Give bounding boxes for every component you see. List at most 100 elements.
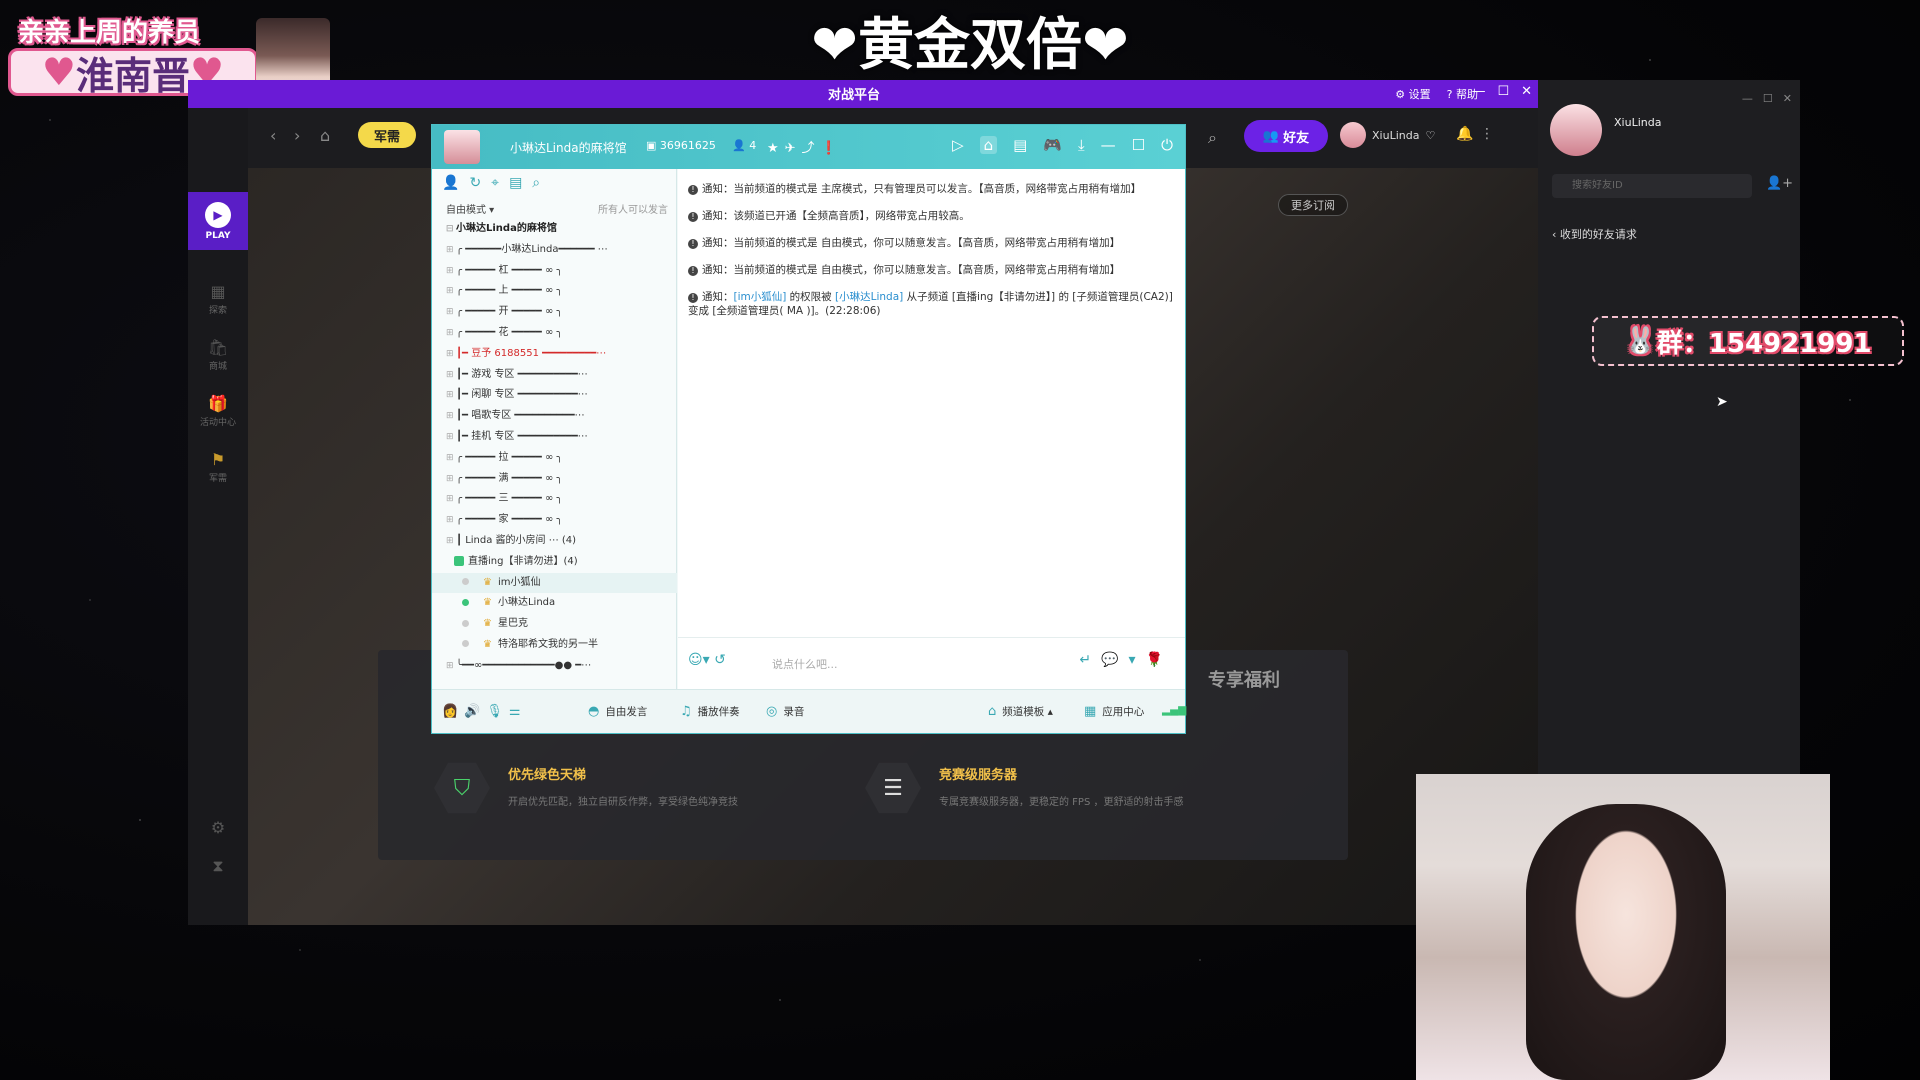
maximize-icon[interactable]: ☐ xyxy=(1497,84,1509,99)
channel-row[interactable]: ⊞ ┃━ 挂机 专区 ━━━━━━━━━━⋯ xyxy=(432,427,677,448)
rabbit-icon: 🐰 xyxy=(1624,326,1657,356)
expand-icon[interactable]: ⊞ xyxy=(446,365,456,386)
user-icon[interactable]: 👤 xyxy=(442,175,459,191)
expand-icon[interactable]: ⊞ xyxy=(446,344,456,365)
close-icon[interactable]: ✕ xyxy=(1521,84,1532,99)
crown-icon: ♛ xyxy=(483,638,492,650)
expand-icon[interactable]: ⊞ xyxy=(446,261,456,282)
channel-row[interactable]: ⊞ ╭ ━━━━━ 满 ━━━━━ ∞ ╮ xyxy=(432,469,677,490)
maximize-icon[interactable]: ☐ xyxy=(1132,136,1145,154)
expand-icon[interactable]: ⊞ xyxy=(446,385,456,406)
channel-row[interactable]: ⊞ ╭ ━━━━━ 三 ━━━━━ ∞ ╮ xyxy=(432,489,677,510)
location-icon[interactable]: ⌖ xyxy=(491,175,499,191)
power-icon[interactable]: ⏻ xyxy=(1161,136,1173,154)
app-center-button[interactable]: ▦ 应用中心 xyxy=(1084,704,1144,719)
sidebar-item-events[interactable]: 🎁 活动中心 xyxy=(188,394,248,428)
mode-select[interactable]: 自由模式 ▾ xyxy=(446,201,494,216)
user-link[interactable]: [im小狐仙] xyxy=(734,291,787,303)
self-avatar[interactable]: 👩 🔊 🎙 ⚌ xyxy=(442,704,527,719)
emoji-icon[interactable]: ☺▾ ↺ xyxy=(688,652,726,668)
expand-icon[interactable]: ⊞ xyxy=(446,510,456,531)
expand-icon[interactable]: ⊟ xyxy=(446,219,456,240)
collapse-button[interactable]: ⧗ xyxy=(188,856,248,878)
play-button[interactable]: ▶ PLAY xyxy=(188,192,248,250)
room-name: 小琳达Linda的麻将馆 xyxy=(510,141,627,155)
channel-row[interactable]: ⊞ ╭ ━━━━━ 开 ━━━━━ ∞ ╮ xyxy=(432,302,677,323)
expand-icon[interactable]: ⊞ xyxy=(446,427,456,448)
video-icon[interactable]: ▷ xyxy=(952,136,964,154)
channel-row[interactable]: ⊞ ╰━━∞━━━━━━━━━━━━●● ━⋯ xyxy=(432,656,677,677)
user-link[interactable]: [小琳达Linda] xyxy=(835,291,903,303)
subchannel-row[interactable]: 直播ing【非请勿进】(4) xyxy=(432,552,677,573)
expand-icon[interactable]: ⊞ xyxy=(446,656,456,677)
user-name: 特洛耶希文我的另一半 xyxy=(497,638,598,650)
home-icon[interactable]: ⌂ xyxy=(979,136,998,154)
sidebar-item-shop[interactable]: 🛍 商城 xyxy=(188,338,248,372)
forward-icon[interactable]: › xyxy=(294,126,300,145)
channel-row[interactable]: ⊞ ╭ ━━━━━ 上 ━━━━━ ∞ ╮ xyxy=(432,281,677,302)
download-icon[interactable]: ⤓ xyxy=(1078,136,1085,154)
expand-icon[interactable]: ⊞ xyxy=(446,531,456,552)
expand-icon[interactable]: ⊞ xyxy=(446,406,456,427)
expand-icon[interactable]: ⊞ xyxy=(446,323,456,344)
refresh-icon[interactable]: ↻ xyxy=(469,175,481,191)
user-menu[interactable]: XiuLinda ♡ xyxy=(1340,122,1435,148)
heart-icon: ❤ xyxy=(1082,13,1129,78)
settings-gear[interactable]: ⚙ xyxy=(188,818,248,839)
search-icon[interactable]: ⌕ xyxy=(532,175,540,191)
channel-row[interactable]: ⊞ ╭ ━━━━━ 花 ━━━━━ ∞ ╮ xyxy=(432,323,677,344)
channel-row[interactable]: ⊞ ╭ ━━━━━ 家 ━━━━━ ∞ ╮ xyxy=(432,510,677,531)
record-button[interactable]: ◎ 录音 xyxy=(766,704,804,719)
minimize-icon[interactable]: — xyxy=(1101,136,1116,154)
add-friend-icon[interactable]: 👤+ xyxy=(1766,176,1793,191)
free-talk-button[interactable]: ◓ 自由发言 xyxy=(588,704,647,719)
channel-row[interactable]: ⊞ ┃━ 唱歌专区 ━━━━━━━━━━⋯ xyxy=(432,406,677,427)
expand-icon[interactable]: ⊞ xyxy=(446,281,456,302)
room-tools[interactable]: ★✈⤴❗ xyxy=(767,137,843,156)
channel-row[interactable]: ⊞ ╭ ━━━━━━小琳达Linda━━━━━━ ⋯ xyxy=(432,240,677,261)
home-icon[interactable]: ⌂ xyxy=(320,126,330,145)
close-icon[interactable]: ✕ xyxy=(1783,92,1792,105)
more-icon[interactable]: ⋮ xyxy=(1480,126,1494,142)
expand-icon[interactable]: ⊞ xyxy=(446,448,456,469)
explore-icon: ▦ xyxy=(210,282,226,301)
search-icon[interactable]: ⌕ xyxy=(1208,128,1217,148)
junxu-badge[interactable]: 军需 xyxy=(358,122,416,148)
expand-icon[interactable]: ⊞ xyxy=(446,302,456,323)
back-icon[interactable]: ‹ xyxy=(270,126,276,145)
minimize-icon[interactable]: — xyxy=(1472,84,1485,99)
sidebar-item-explore[interactable]: ▦ 探索 xyxy=(188,282,248,316)
note-icon[interactable]: ▤ xyxy=(509,175,522,191)
user-row[interactable]: ♛ 小琳达Linda xyxy=(432,593,677,614)
channel-row[interactable]: ⊟ 小琳达Linda的麻将馆 xyxy=(432,219,677,240)
expand-icon[interactable]: ⊞ xyxy=(446,240,456,261)
accompaniment-button[interactable]: ♫ 播放伴奏 xyxy=(680,704,740,719)
user-row[interactable]: ♛ im小狐仙 xyxy=(432,572,677,594)
friend-search-input[interactable]: 搜索好友ID xyxy=(1552,174,1752,198)
channel-row[interactable]: ⊞ ┃━ 游戏 专区 ━━━━━━━━━━⋯ xyxy=(432,365,677,386)
mode-description: 所有人可以发言 xyxy=(598,205,668,216)
user-row[interactable]: ♛ 特洛耶希文我的另一半 xyxy=(432,635,677,656)
friends-button[interactable]: 👥 好友 xyxy=(1244,120,1328,152)
minimize-icon[interactable]: — xyxy=(1742,92,1753,105)
user-row[interactable]: ♛ 星巴克 xyxy=(432,614,677,635)
channel-row[interactable]: ⊞ ┃━ 闲聊 专区 ━━━━━━━━━━⋯ xyxy=(432,385,677,406)
send-icon[interactable]: ↵💬▾🌹 xyxy=(1079,652,1173,668)
sidebar-item-junxu[interactable]: ⚑ 军需 xyxy=(188,450,248,484)
maximize-icon[interactable]: ☐ xyxy=(1763,92,1773,105)
channel-row[interactable]: ⊞ ╭ ━━━━━ 拉 ━━━━━ ∞ ╮ xyxy=(432,448,677,469)
template-button[interactable]: ⌂ 频道模板 ▴ xyxy=(988,704,1053,719)
friend-requests-link[interactable]: ‹ 收到的好友请求 xyxy=(1552,226,1637,242)
channel-row[interactable]: ⊞ ╭ ━━━━━ 杠 ━━━━━ ∞ ╮ xyxy=(432,261,677,282)
gamepad-icon[interactable]: 🎮 xyxy=(1043,136,1062,154)
bell-icon[interactable]: 🔔 xyxy=(1456,126,1473,142)
more-subscriptions-button[interactable]: 更多订阅 xyxy=(1278,194,1348,216)
channel-row[interactable]: ⊞ ┃ Linda 酱的小房间 ⋯ (4) xyxy=(432,531,677,552)
settings-link[interactable]: ⚙ 设置 xyxy=(1395,86,1430,102)
equalizer-icon: ⚌ xyxy=(508,704,521,719)
expand-icon[interactable]: ⊞ xyxy=(446,469,456,490)
chat-input[interactable]: 说点什么吧... xyxy=(772,656,838,672)
expand-icon[interactable]: ⊞ xyxy=(446,489,456,510)
board-icon[interactable]: ▤ xyxy=(1013,136,1027,154)
channel-row[interactable]: ⊞ ┃━ 豆予 6188551 ━━━━━━━━━⋯ xyxy=(432,344,677,365)
